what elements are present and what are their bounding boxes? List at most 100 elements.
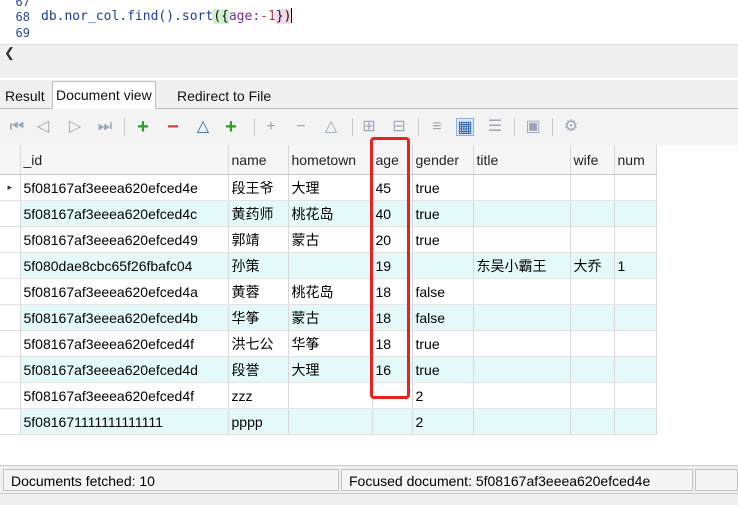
table-cell-id[interactable]: 5f08167af3eeea620efced4d: [20, 356, 229, 383]
table-cell-wife[interactable]: [570, 278, 615, 305]
row-indicator[interactable]: [0, 200, 21, 227]
collapse-icon[interactable]: ⊟: [390, 118, 408, 136]
table-cell-id[interactable]: 5f08167af3eeea620efced49: [20, 226, 229, 253]
row-indicator[interactable]: ▸: [0, 174, 21, 201]
table-cell-age[interactable]: 40: [372, 200, 413, 227]
row-indicator[interactable]: [0, 252, 21, 279]
insert-field-icon[interactable]: +: [262, 118, 280, 136]
panel-splitter[interactable]: [0, 62, 738, 78]
table-cell-name[interactable]: 郭靖: [228, 226, 289, 253]
table-cell-id[interactable]: 5f08167af3eeea620efced4f: [20, 330, 229, 357]
export-icon[interactable]: ▣: [524, 118, 542, 136]
add-document-icon[interactable]: +: [134, 117, 152, 137]
table-cell-hometown[interactable]: 桃花岛: [288, 200, 373, 227]
query-editor[interactable]: 67 68 69 db.nor_col.find().sort({age:-1}…: [0, 0, 738, 44]
table-row[interactable]: 5f08167af3eeea620efced4a 黄蓉 桃花岛 18 false: [0, 278, 738, 305]
table-cell-gender[interactable]: false: [412, 304, 474, 331]
table-cell-hometown[interactable]: 大理: [288, 356, 373, 383]
move-up-icon[interactable]: △: [194, 118, 212, 136]
table-cell-title[interactable]: [473, 408, 571, 435]
table-cell-hometown[interactable]: [288, 382, 373, 409]
table-cell-id[interactable]: 5f08167af3eeea620efced4a: [20, 278, 229, 305]
table-cell-wife[interactable]: [570, 356, 615, 383]
last-record-icon[interactable]: ⏭: [96, 118, 114, 136]
table-cell-gender[interactable]: true: [412, 200, 474, 227]
row-indicator[interactable]: [0, 278, 21, 305]
table-cell-gender[interactable]: true: [412, 330, 474, 357]
table-row[interactable]: 5f080dae8cbc65f26fbafc04 孙策 19 东吴小霸王 大乔 1: [0, 252, 738, 279]
table-row[interactable]: 5f08167af3eeea620efced4c 黄药师 桃花岛 40 true: [0, 200, 738, 227]
table-cell-wife[interactable]: [570, 226, 615, 253]
table-cell-gender[interactable]: false: [412, 278, 474, 305]
row-indicator[interactable]: [0, 408, 21, 435]
table-cell-gender[interactable]: 2: [412, 408, 474, 435]
delete-document-icon[interactable]: −: [164, 117, 182, 137]
table-cell-num[interactable]: [614, 356, 657, 383]
column-header[interactable]: hometown: [288, 145, 373, 175]
editor-horizontal-scrollbar[interactable]: ❮: [0, 44, 738, 63]
add-child-icon[interactable]: +: [222, 117, 240, 137]
table-cell-hometown[interactable]: [288, 408, 373, 435]
table-cell-title[interactable]: 东吴小霸王: [473, 252, 571, 279]
table-cell-gender[interactable]: [412, 252, 474, 279]
table-cell-wife[interactable]: 大乔: [570, 252, 615, 279]
column-header[interactable]: wife: [570, 145, 615, 175]
table-cell-hometown[interactable]: 桃花岛: [288, 278, 373, 305]
table-row[interactable]: 5f08167af3eeea620efced4f 洪七公 华筝 18 true: [0, 330, 738, 357]
table-cell-hometown[interactable]: 大理: [288, 174, 373, 201]
row-indicator[interactable]: [0, 382, 21, 409]
tab-result[interactable]: Result: [2, 85, 48, 107]
table-cell-name[interactable]: 段誉: [228, 356, 289, 383]
table-cell-num[interactable]: [614, 330, 657, 357]
table-cell-id[interactable]: 5f08167af3eeea620efced4f: [20, 382, 229, 409]
remove-field-icon[interactable]: −: [292, 118, 310, 136]
table-cell-age[interactable]: 19: [372, 252, 413, 279]
table-cell-id[interactable]: 5f08167af3eeea620efced4c: [20, 200, 229, 227]
next-record-icon[interactable]: ▷: [66, 118, 84, 136]
grid-view-icon[interactable]: ▦: [456, 118, 474, 136]
table-cell-num[interactable]: [614, 200, 657, 227]
table-cell-title[interactable]: [473, 304, 571, 331]
row-indicator[interactable]: [0, 226, 21, 253]
table-cell-age[interactable]: [372, 408, 413, 435]
settings-icon[interactable]: ⚙: [562, 118, 580, 136]
query-code-line[interactable]: db.nor_col.find().sort({age:-1}): [41, 8, 293, 24]
table-cell-gender[interactable]: 2: [412, 382, 474, 409]
table-cell-id[interactable]: 5f080dae8cbc65f26fbafc04: [20, 252, 229, 279]
table-cell-wife[interactable]: [570, 174, 615, 201]
table-cell-gender[interactable]: true: [412, 174, 474, 201]
table-cell-name[interactable]: 黄药师: [228, 200, 289, 227]
table-cell-id[interactable]: 5f081671111111111111: [20, 408, 229, 435]
table-cell-title[interactable]: [473, 174, 571, 201]
table-cell-num[interactable]: [614, 382, 657, 409]
table-cell-age[interactable]: 16: [372, 356, 413, 383]
table-cell-hometown[interactable]: 蒙古: [288, 226, 373, 253]
table-cell-title[interactable]: [473, 226, 571, 253]
table-cell-id[interactable]: 5f08167af3eeea620efced4b: [20, 304, 229, 331]
column-header[interactable]: name: [228, 145, 289, 175]
table-cell-hometown[interactable]: 蒙古: [288, 304, 373, 331]
previous-record-icon[interactable]: ◁: [34, 118, 52, 136]
table-cell-num[interactable]: [614, 174, 657, 201]
table-cell-num[interactable]: [614, 226, 657, 253]
row-indicator[interactable]: [0, 356, 21, 383]
tree-view-icon[interactable]: ≡: [428, 118, 446, 136]
row-indicator[interactable]: [0, 304, 21, 331]
table-cell-wife[interactable]: [570, 304, 615, 331]
table-cell-num[interactable]: [614, 278, 657, 305]
table-cell-num[interactable]: 1: [614, 252, 657, 279]
table-cell-wife[interactable]: [570, 200, 615, 227]
table-cell-age[interactable]: 45: [372, 174, 413, 201]
column-header[interactable]: _id: [20, 145, 229, 175]
table-row[interactable]: 5f08167af3eeea620efced4f zzz 2: [0, 382, 738, 409]
scroll-left-arrow-icon[interactable]: ❮: [4, 45, 15, 61]
table-cell-num[interactable]: [614, 304, 657, 331]
table-cell-gender[interactable]: true: [412, 356, 474, 383]
table-cell-title[interactable]: [473, 200, 571, 227]
table-cell-name[interactable]: 洪七公: [228, 330, 289, 357]
table-cell-name[interactable]: zzz: [228, 382, 289, 409]
table-cell-age[interactable]: 20: [372, 226, 413, 253]
table-cell-num[interactable]: [614, 408, 657, 435]
table-cell-hometown[interactable]: 华筝: [288, 330, 373, 357]
expand-icon[interactable]: ⊞: [360, 118, 378, 136]
